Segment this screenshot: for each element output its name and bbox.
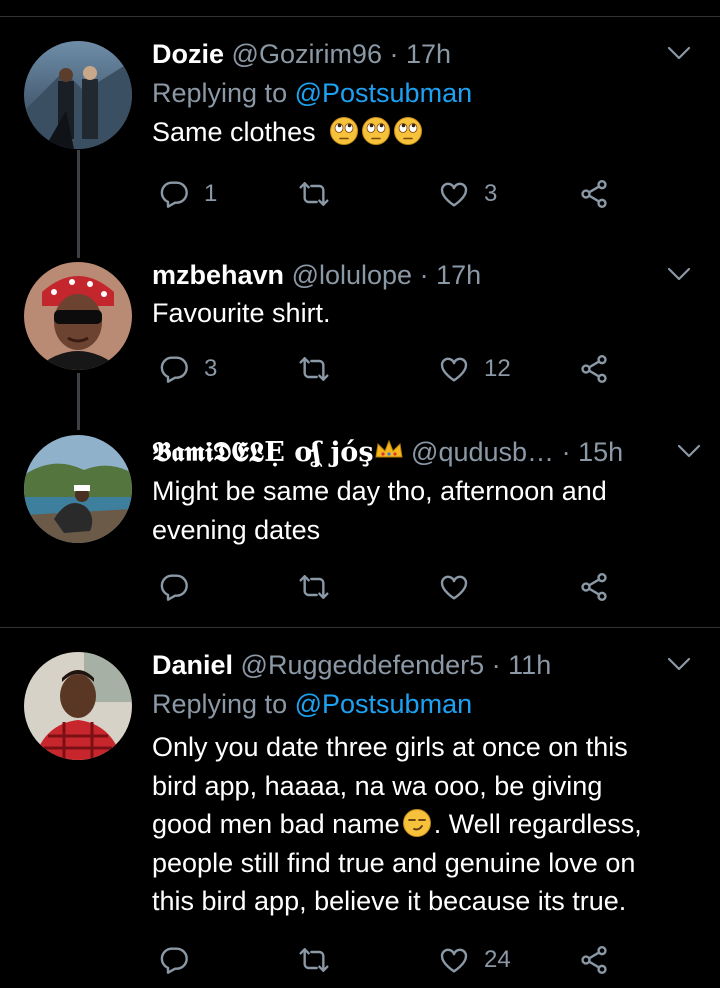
reply-count: 1 [204, 180, 218, 207]
separator-dot: · [491, 650, 501, 680]
tweet-text: Favourite shirt. [152, 298, 331, 328]
like-icon [438, 944, 470, 976]
user-handle[interactable]: @qudusb… [411, 437, 554, 467]
like-icon [438, 178, 470, 210]
tweet-text: Might be same day tho, afternoon and eve… [152, 472, 700, 549]
retweet-button[interactable] [298, 944, 344, 976]
smirking-face-emoji [402, 808, 432, 838]
avatar[interactable] [24, 262, 132, 370]
crown-icon [374, 439, 404, 461]
share-button[interactable] [578, 571, 610, 603]
share-icon [578, 571, 610, 603]
retweet-icon [298, 944, 330, 976]
mention-link[interactable]: @Postsubman [295, 78, 473, 108]
tweet-text-line: Only you date three girls at once on thi… [152, 732, 628, 762]
tweet-header: Dozie @Gozirim96 · 17h [152, 37, 700, 71]
tweet-bamidele[interactable]: 𝕭𝖆𝖒𝖎𝕯𝕰𝕷Ẹ ơʆ jóş @qudusb… · 15h Might be … [0, 425, 720, 625]
display-name[interactable]: 𝕭𝖆𝖒𝖎𝕯𝕰𝕷Ẹ ơʆ jóş [152, 437, 374, 468]
tweet-text: Only you date three girls at once on thi… [152, 728, 700, 921]
retweet-button[interactable] [298, 353, 344, 385]
caret-down-icon[interactable] [676, 442, 702, 460]
display-name[interactable]: Dozie [152, 39, 224, 69]
like-count: 24 [484, 946, 511, 973]
retweet-icon [298, 571, 330, 603]
replying-to: Replying to @Postsubman [152, 75, 700, 111]
caret-down-icon[interactable] [666, 655, 692, 673]
timestamp[interactable]: 11h [508, 650, 551, 680]
like-button[interactable]: 12 [438, 353, 511, 385]
reply-icon [158, 944, 190, 976]
tweet-text-line: this bird app, believe it because its tr… [152, 886, 627, 916]
user-handle[interactable]: @lolulope [292, 260, 413, 290]
share-button[interactable] [578, 353, 610, 385]
replying-to: Replying to @Postsubman [152, 686, 700, 722]
share-icon [578, 353, 610, 385]
retweet-button[interactable] [298, 571, 344, 603]
tweet-header: Daniel @Ruggeddefender5 · 11h [152, 648, 700, 682]
share-button[interactable] [578, 178, 610, 210]
tweet-header: mzbehavn @lolulope · 17h [152, 258, 700, 292]
share-button[interactable] [578, 944, 610, 976]
reply-button[interactable]: 1 [158, 178, 217, 210]
like-button[interactable]: 24 [438, 944, 511, 976]
like-icon [438, 571, 470, 603]
timestamp[interactable]: 17h [436, 260, 481, 290]
tweet-daniel[interactable]: Daniel @Ruggeddefender5 · 11h Replying t… [0, 628, 720, 972]
avatar[interactable] [24, 652, 132, 760]
reply-button[interactable]: 3 [158, 353, 217, 385]
caret-down-icon[interactable] [666, 265, 692, 283]
tweet-actions [152, 571, 622, 615]
user-handle[interactable]: @Gozirim96 [232, 39, 382, 69]
display-name[interactable]: Daniel [152, 650, 233, 680]
tweet-text-line: evening dates [152, 514, 321, 545]
timestamp[interactable]: 17h [406, 39, 451, 69]
reply-icon [158, 353, 190, 385]
tweet-text-line: good men bad name . Well regardless, [152, 805, 700, 844]
mention-link[interactable]: @Postsubman [295, 689, 473, 719]
like-count: 12 [484, 355, 511, 382]
tweet-text: Same clothes [152, 113, 700, 152]
caret-down-icon[interactable] [666, 44, 692, 62]
rolling-eyes-emoji [361, 116, 391, 146]
tweet-text-segment: . Well regardless, [433, 809, 642, 839]
retweet-button[interactable] [298, 178, 344, 210]
reply-icon [158, 571, 190, 603]
reply-count: 3 [204, 355, 218, 382]
timestamp[interactable]: 15h [578, 437, 623, 467]
rolling-eyes-emoji [329, 116, 359, 146]
user-handle[interactable]: @Ruggeddefender5 [241, 650, 485, 680]
tweet-header: 𝕭𝖆𝖒𝖎𝕯𝕰𝕷Ẹ ơʆ jóş @qudusb… · 15h [152, 435, 700, 470]
tweet-text-line: people still find true and genuine love … [152, 847, 636, 878]
tweet-text-line: Might be same day tho, afternoon and [152, 476, 607, 506]
tweet-mzbehavn[interactable]: mzbehavn @lolulope · 17h Favourite shirt… [0, 250, 720, 425]
reply-icon [158, 178, 190, 210]
like-count: 3 [484, 180, 498, 207]
tweet-dozie[interactable]: Dozie @Gozirim96 · 17h Replying to @Post… [0, 0, 720, 250]
tweet-actions: 24 [152, 944, 622, 988]
tweet-actions: 1 3 [152, 178, 622, 222]
separator-dot: · [419, 260, 429, 290]
replying-to-label: Replying to [152, 78, 288, 108]
tweet-text-line: bird app, haaaa, na wa ooo, be giving [152, 770, 603, 801]
reply-button[interactable] [158, 571, 204, 603]
tweet-text-content: Same clothes [152, 117, 316, 147]
share-icon [578, 944, 610, 976]
like-button[interactable]: 3 [438, 178, 497, 210]
retweet-icon [298, 353, 330, 385]
separator-dot: · [561, 437, 571, 467]
avatar[interactable] [24, 435, 132, 543]
like-button[interactable] [438, 571, 484, 603]
separator-dot: · [389, 39, 399, 69]
avatar[interactable] [24, 41, 132, 149]
rolling-eyes-emoji [393, 116, 423, 146]
tweet-text-segment: good men bad name [152, 809, 400, 839]
replying-to-label: Replying to [152, 689, 288, 719]
retweet-icon [298, 178, 330, 210]
tweet-actions: 3 12 [152, 353, 622, 397]
like-icon [438, 353, 470, 385]
reply-button[interactable] [158, 944, 204, 976]
share-icon [578, 178, 610, 210]
display-name[interactable]: mzbehavn [152, 260, 284, 290]
